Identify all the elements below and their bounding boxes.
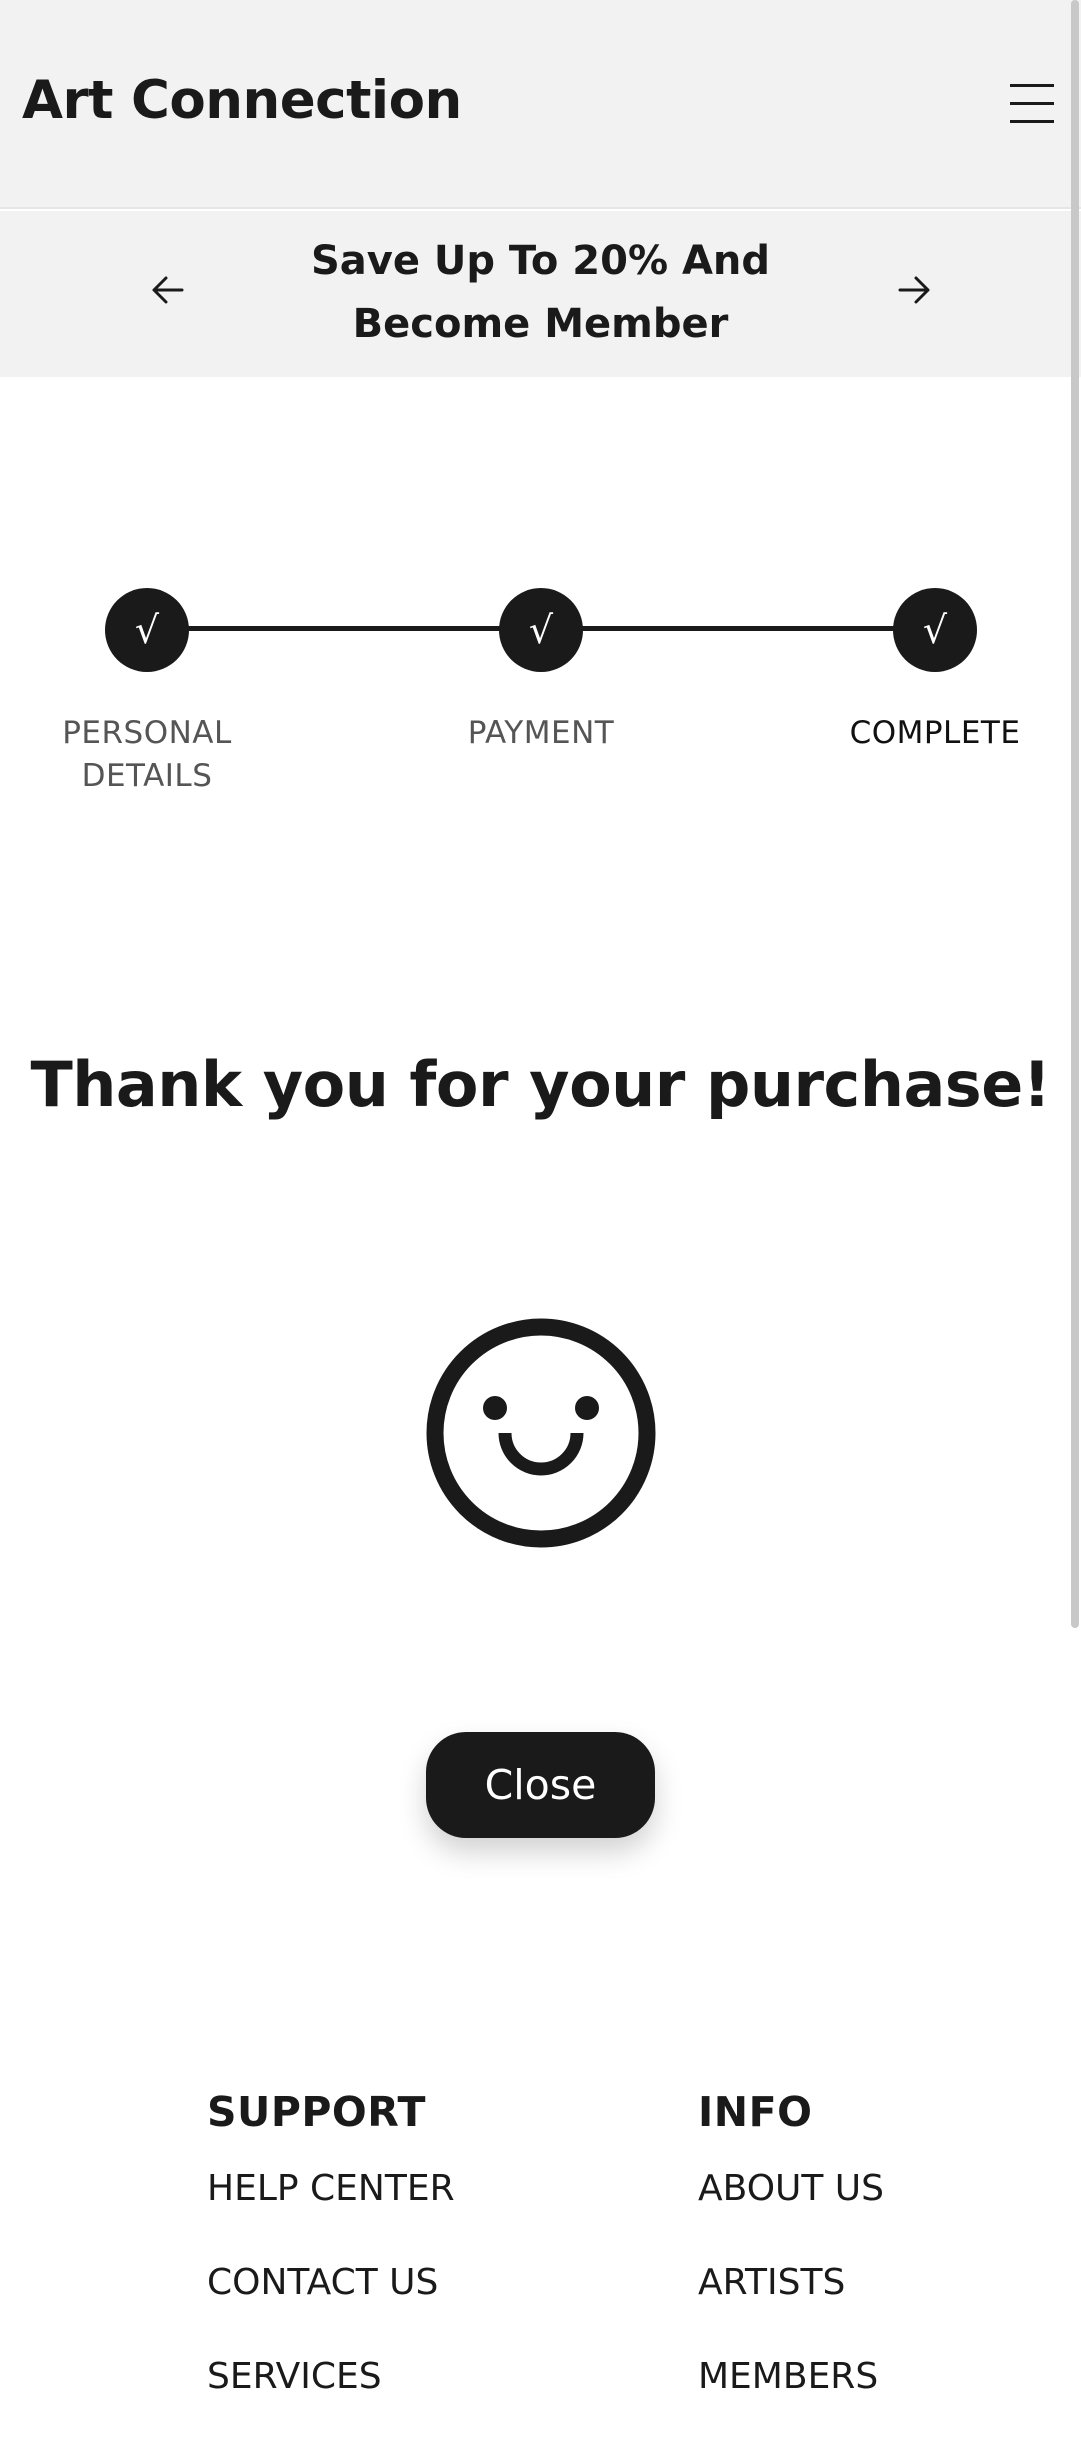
step-label-line: COMPLETE <box>849 715 1021 751</box>
step-label-complete: COMPLETE <box>815 712 1055 755</box>
promo-line-2: Become Member <box>352 301 729 347</box>
close-button[interactable]: Close <box>426 1732 655 1838</box>
step-2-check-icon: √ <box>499 588 583 672</box>
app-header: Art Connection <box>0 0 1081 209</box>
footer-link-artists[interactable]: ARTISTS <box>698 2253 884 2347</box>
step-connector-1 <box>146 626 526 631</box>
footer-support-column: SUPPORT HELP CENTER CONTACT US SERVICES <box>207 2082 455 2441</box>
footer-heading-support: SUPPORT <box>207 2088 426 2136</box>
step-label-line: DETAILS <box>81 758 213 794</box>
step-connector-2 <box>540 626 920 631</box>
step-3-check-icon: √ <box>893 588 977 672</box>
thank-you-title: Thank you for your purchase! <box>30 1048 1051 1121</box>
footer-info-column: INFO ABOUT US ARTISTS MEMBERS <box>698 2082 884 2441</box>
scrollbar[interactable] <box>1071 0 1079 1628</box>
step-label-line: PAYMENT <box>467 715 615 751</box>
smiley-face-icon <box>426 1318 656 1548</box>
arrow-left-icon[interactable] <box>150 272 186 308</box>
step-label-payment: PAYMENT <box>421 712 661 755</box>
footer-link-about-us[interactable]: ABOUT US <box>698 2159 884 2253</box>
app-title[interactable]: Art Connection <box>22 70 462 131</box>
footer-link-members[interactable]: MEMBERS <box>698 2347 884 2441</box>
promo-text: Save Up To 20% And Become Member <box>300 230 781 356</box>
hamburger-menu-icon[interactable] <box>1010 84 1054 124</box>
footer-link-help-center[interactable]: HELP CENTER <box>207 2159 455 2253</box>
step-label-personal-details: PERSONAL DETAILS <box>27 712 267 798</box>
footer-link-contact-us[interactable]: CONTACT US <box>207 2253 455 2347</box>
step-1-check-icon: √ <box>105 588 189 672</box>
footer-link-services[interactable]: SERVICES <box>207 2347 455 2441</box>
step-label-line: PERSONAL <box>62 715 232 751</box>
footer-heading-info: INFO <box>698 2088 813 2136</box>
promo-line-1: Save Up To 20% And <box>310 238 771 284</box>
arrow-right-icon[interactable] <box>896 272 932 308</box>
